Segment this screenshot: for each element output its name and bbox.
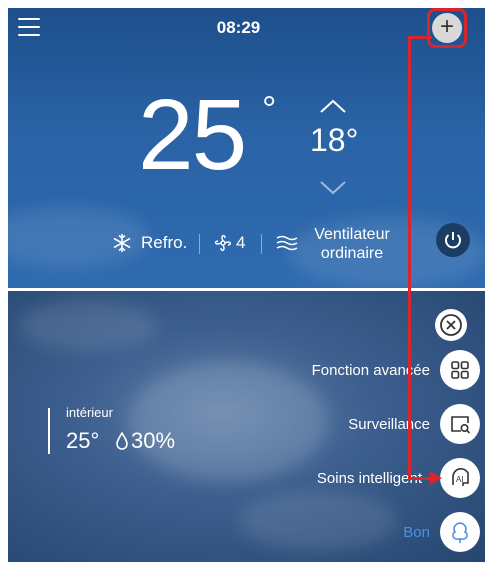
monitor-search-icon: [451, 416, 471, 434]
menu-item-monitoring[interactable]: Surveillance: [270, 416, 430, 433]
power-button[interactable]: [436, 223, 470, 257]
divider: [199, 234, 200, 254]
mode-label[interactable]: Refro.: [141, 233, 187, 259]
indoor-divider: [48, 408, 50, 454]
snowflake-icon: [113, 234, 131, 252]
set-temperature: 18°: [310, 122, 359, 158]
indoor-temperature: 25°: [66, 428, 100, 453]
chevron-down-icon[interactable]: [318, 178, 348, 198]
annotation-arrowhead: [430, 471, 442, 485]
fan-icon: [214, 234, 232, 252]
annotation-arrow-h1: [409, 36, 432, 39]
menu-item-smart-care[interactable]: Soins intelligent: [270, 470, 422, 487]
indoor-humidity: 30%: [131, 428, 176, 453]
grid-icon: [451, 361, 469, 379]
chevron-up-icon[interactable]: [318, 96, 348, 116]
wind-icon: [276, 235, 298, 251]
power-icon: [445, 232, 461, 249]
add-icon: +: [439, 13, 454, 40]
ai-icon: AI: [452, 468, 469, 486]
indoor-label: intérieur: [66, 405, 113, 420]
clock-time: 08:29: [216, 18, 261, 37]
droplet-icon: [116, 431, 128, 450]
advanced-function-button[interactable]: [440, 350, 480, 390]
annotation-arrow-v: [408, 36, 411, 480]
air-quality-button[interactable]: [440, 512, 480, 552]
tree-icon: [452, 522, 468, 543]
wind-mode-line2: ordinaire: [320, 245, 384, 262]
close-icon: [440, 314, 462, 336]
monitoring-button[interactable]: [440, 404, 480, 444]
menu-item-advanced-function[interactable]: Fonction avancée: [270, 362, 430, 379]
divider: [261, 234, 262, 254]
air-quality-status: Bon: [403, 524, 430, 541]
fan-speed[interactable]: 4: [236, 233, 245, 259]
current-temperature: 25: [138, 79, 247, 191]
wind-mode-line1: Ventilateur: [314, 226, 390, 243]
thermostat-panel: [8, 8, 485, 288]
wind-mode-label[interactable]: Ventilateur ordinaire: [306, 225, 398, 263]
svg-text:AI: AI: [456, 475, 464, 484]
close-button[interactable]: [435, 309, 467, 341]
smart-care-button[interactable]: AI: [440, 458, 480, 498]
degree-symbol: °: [262, 88, 277, 129]
add-button[interactable]: +: [432, 13, 462, 43]
